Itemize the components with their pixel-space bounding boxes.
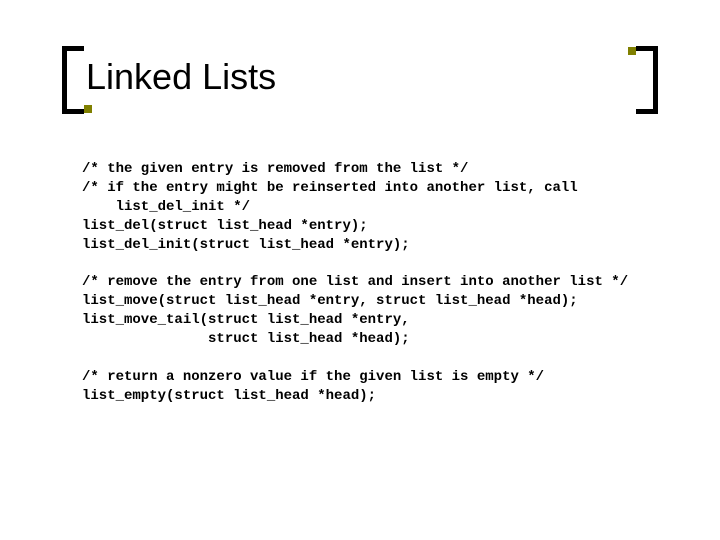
page-title: Linked Lists [86, 56, 276, 98]
code-line: /* the given entry is removed from the l… [82, 160, 642, 179]
bracket-left [62, 46, 84, 114]
code-line: /* remove the entry from one list and in… [82, 273, 642, 292]
code-line: list_del_init(struct list_head *entry); [82, 236, 642, 255]
code-line: struct list_head *head); [82, 330, 642, 349]
blank-line [82, 254, 642, 273]
blank-line [82, 349, 642, 368]
code-line: /* if the entry might be reinserted into… [82, 179, 642, 217]
slide: Linked Lists /* the given entry is remov… [0, 0, 720, 540]
bracket-accent-left [84, 105, 92, 113]
bracket-accent-right [628, 47, 636, 55]
code-block: /* the given entry is removed from the l… [82, 160, 642, 406]
title-frame: Linked Lists [62, 46, 658, 114]
code-line: list_del(struct list_head *entry); [82, 217, 642, 236]
code-line: list_empty(struct list_head *head); [82, 387, 642, 406]
code-line: list_move(struct list_head *entry, struc… [82, 292, 642, 311]
code-line: list_move_tail(struct list_head *entry, [82, 311, 642, 330]
bracket-right [636, 46, 658, 114]
code-line: /* return a nonzero value if the given l… [82, 368, 642, 387]
